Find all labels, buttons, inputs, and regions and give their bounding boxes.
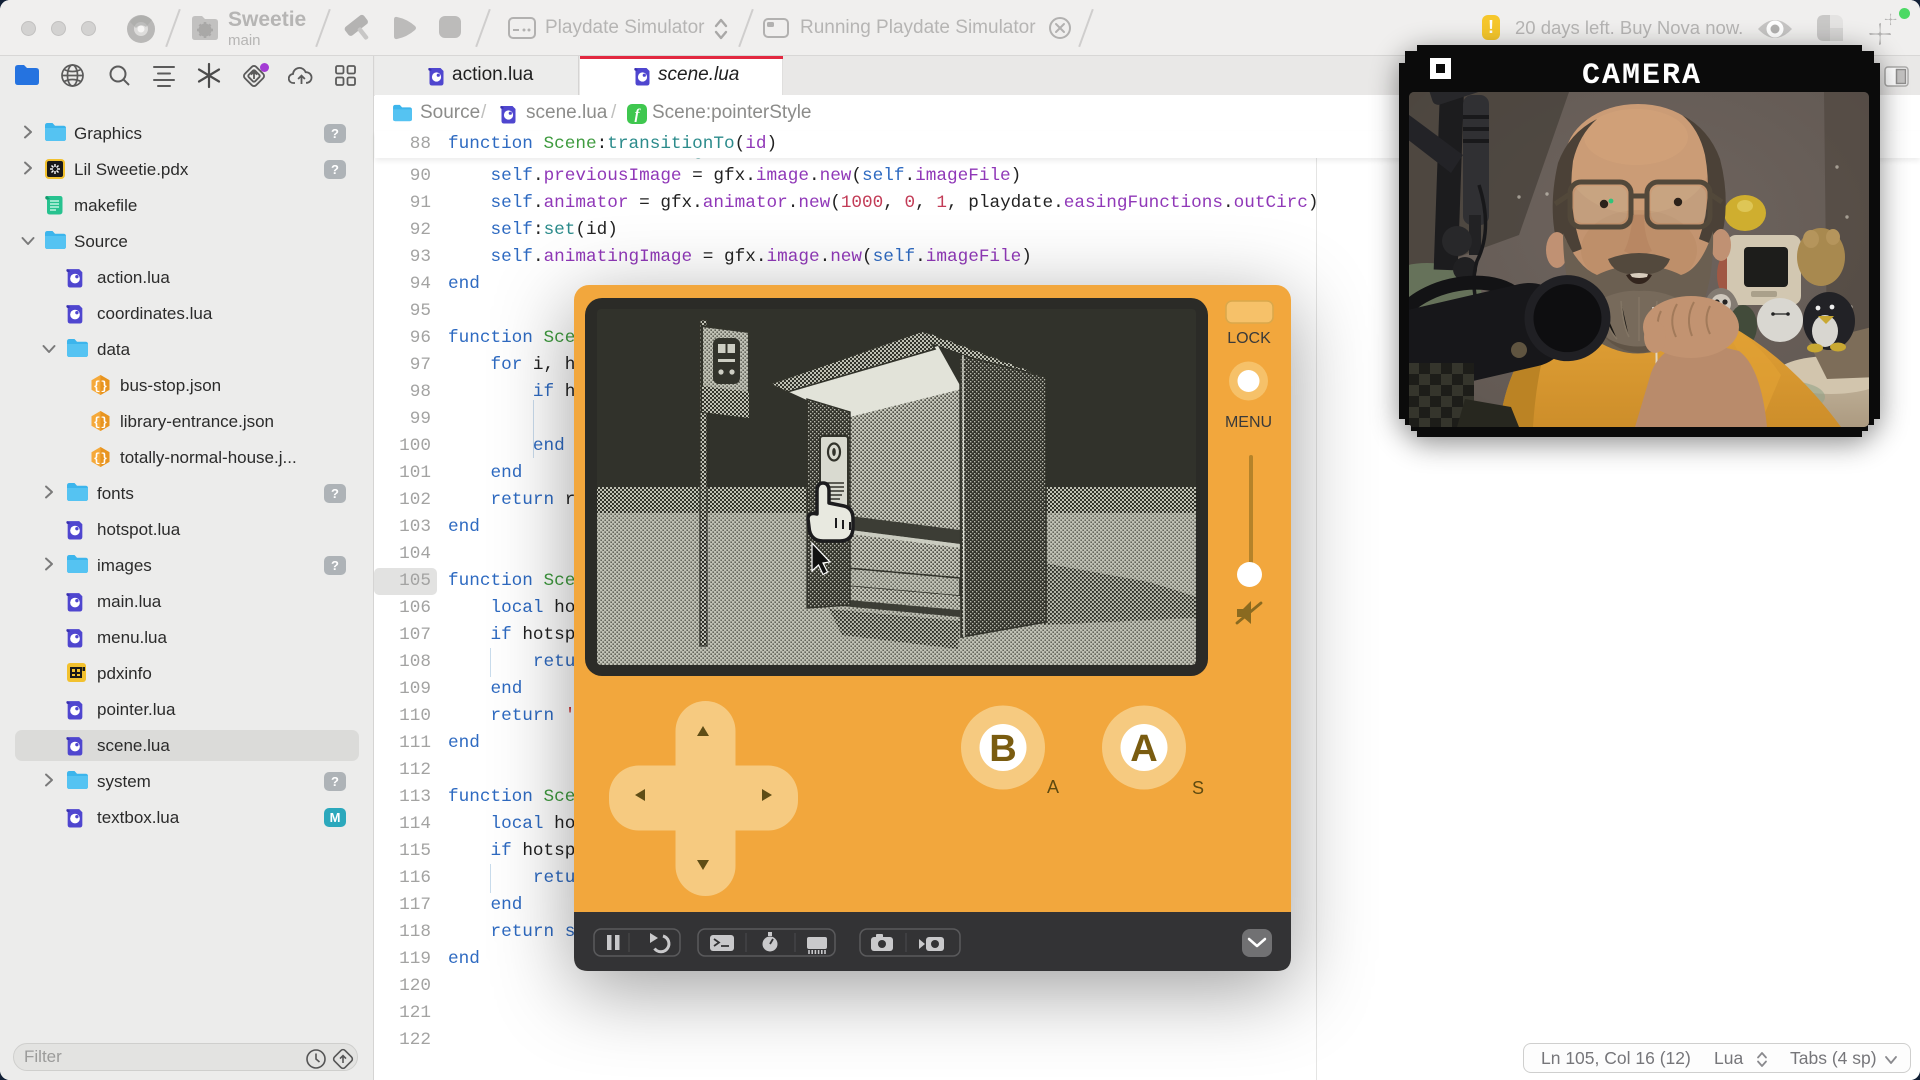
svg-text:{}: {}	[93, 415, 107, 429]
svg-text:CAMERA: CAMERA	[1582, 59, 1702, 93]
svg-text:S: S	[1192, 778, 1204, 798]
svg-text:A: A	[1130, 728, 1157, 770]
svg-text:MENU: MENU	[1225, 414, 1272, 431]
svg-text:LOCK: LOCK	[1227, 330, 1271, 347]
svg-text:A: A	[1047, 777, 1059, 797]
svg-text:{}: {}	[93, 379, 107, 393]
svg-text:{}: {}	[93, 451, 107, 465]
svg-text:B: B	[989, 728, 1016, 770]
